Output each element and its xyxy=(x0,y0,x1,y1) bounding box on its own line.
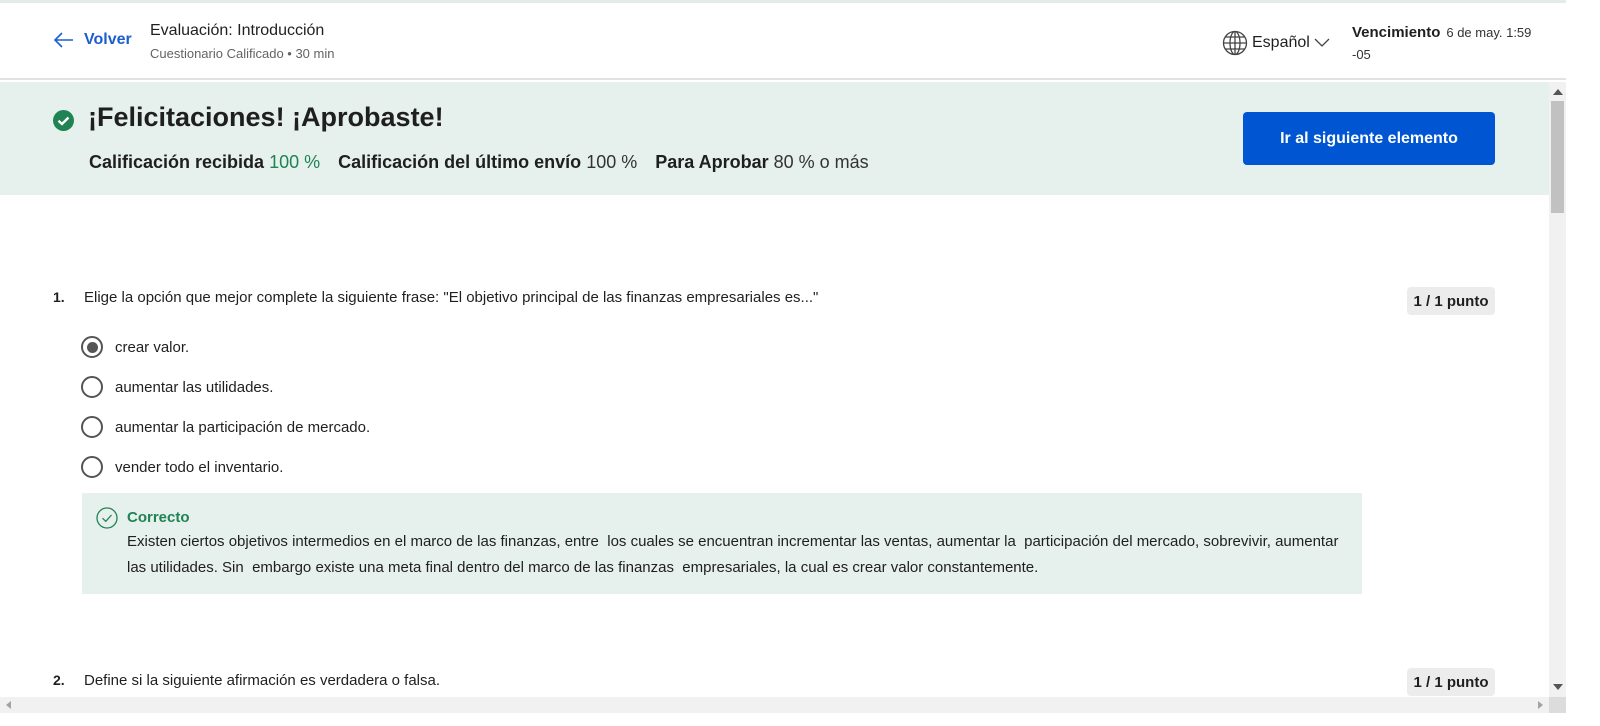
feedback-box: Correcto Existen ciertos objetivos inter… xyxy=(82,493,1362,594)
received-label: Calificación recibida xyxy=(89,152,265,172)
question-text: Define si la siguiente afirmación es ver… xyxy=(84,672,441,689)
scrollbar-corner xyxy=(1549,697,1566,713)
language-selector[interactable]: Español xyxy=(1222,30,1330,56)
radio[interactable] xyxy=(81,456,103,478)
question-number: 1. xyxy=(53,289,65,305)
check-circle-outline-icon xyxy=(96,507,118,529)
question-text: Elige la opción que mejor complete la si… xyxy=(84,289,819,306)
due-timezone: -05 xyxy=(1352,47,1371,62)
option-label: vender todo el inventario. xyxy=(115,458,284,476)
option-aumentar-utilidades[interactable]: aumentar las utilidades. xyxy=(81,376,273,398)
pass-title: ¡Felicitaciones! ¡Aprobaste! xyxy=(88,102,444,132)
pass-value: 80 % o más xyxy=(773,152,869,172)
option-vender-inventario[interactable]: vender todo el inventario. xyxy=(81,456,283,478)
page-title: Evaluación: Introducción xyxy=(150,22,325,39)
due-date-value: 6 de may. 1:59 xyxy=(1446,25,1532,40)
back-button[interactable]: Volver xyxy=(52,31,132,49)
option-crear-valor[interactable]: crear valor. xyxy=(81,336,189,358)
received-value: 100 % xyxy=(269,152,321,172)
feedback-text: Existen ciertos objetivos intermedios en… xyxy=(127,533,1343,576)
globe-icon xyxy=(1222,30,1248,56)
scroll-thumb[interactable] xyxy=(1551,101,1564,213)
question-number: 2. xyxy=(53,672,65,688)
back-label: Volver xyxy=(84,31,132,48)
pass-banner: ¡Felicitaciones! ¡Aprobaste! Calificació… xyxy=(0,82,1549,195)
horizontal-scrollbar[interactable] xyxy=(0,697,1549,713)
grade-summary: Calificación recibida 100 % Calificación… xyxy=(89,152,869,173)
scroll-up-arrow[interactable] xyxy=(1553,89,1563,95)
option-label: aumentar las utilidades. xyxy=(115,378,274,396)
radio[interactable] xyxy=(81,376,103,398)
language-label: Español xyxy=(1252,34,1310,51)
vertical-scrollbar[interactable] xyxy=(1549,82,1566,697)
last-value: 100 % xyxy=(586,152,638,172)
chevron-down-icon xyxy=(1314,38,1330,47)
pass-label: Para Aprobar xyxy=(655,152,769,172)
due-label: Vencimiento xyxy=(1352,24,1441,41)
arrow-left-icon xyxy=(53,32,73,48)
page-subtitle: Cuestionario Calificado • 30 min xyxy=(150,46,335,61)
check-circle-icon xyxy=(53,110,74,131)
radio[interactable] xyxy=(81,416,103,438)
scroll-down-arrow[interactable] xyxy=(1553,684,1563,690)
option-label: aumentar la participación de mercado. xyxy=(115,418,371,436)
next-item-button[interactable]: Ir al siguiente elemento xyxy=(1243,112,1495,165)
points-badge: 1 / 1 punto xyxy=(1407,287,1495,315)
option-label: crear valor. xyxy=(115,338,190,356)
option-participacion-mercado[interactable]: aumentar la participación de mercado. xyxy=(81,416,370,438)
scroll-right-arrow[interactable] xyxy=(1538,701,1543,709)
header: Volver Evaluación: Introducción Cuestion… xyxy=(0,3,1566,80)
feedback-label: Correcto xyxy=(127,509,190,526)
radio-selected[interactable] xyxy=(81,336,103,358)
due-date: Vencimiento 6 de may. 1:59 -05 xyxy=(1352,20,1552,64)
last-label: Calificación del último envío xyxy=(338,152,582,172)
scroll-left-arrow[interactable] xyxy=(6,701,11,709)
points-badge: 1 / 1 punto xyxy=(1407,668,1495,696)
